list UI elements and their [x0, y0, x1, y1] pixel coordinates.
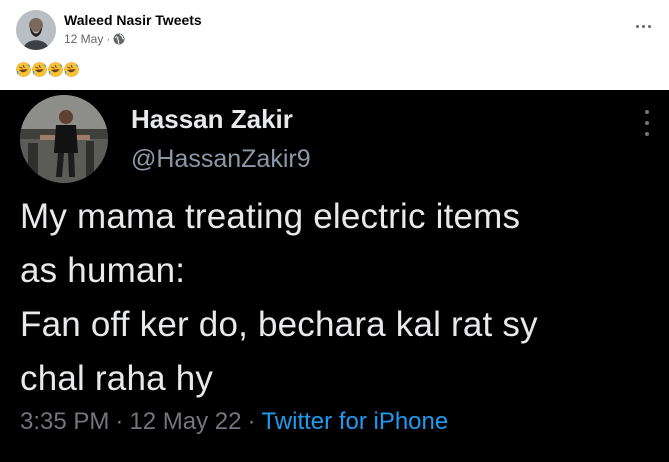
tweet-text-line: Fan off ker do, bechara kal rat sy: [20, 305, 538, 344]
tweet-display-name: Hassan Zakir: [131, 104, 293, 134]
page-name-link[interactable]: Waleed Nasir Tweets: [64, 12, 202, 28]
more-vertical-icon: [643, 110, 651, 136]
tweet-text-line: as human:: [20, 251, 186, 290]
footer-separator: ·: [115, 408, 124, 435]
post-caption: [16, 60, 79, 78]
tweet-text-line: chal raha hy: [20, 359, 214, 398]
post-meta: 12 May ·: [64, 32, 125, 46]
facebook-post: Waleed Nasir Tweets 12 May · Hassan Zaki…: [0, 0, 669, 462]
globe-icon: [113, 33, 125, 45]
post-date[interactable]: 12 May: [64, 32, 103, 46]
tweet-footer: 3:35 PM · 12 May 22 · Twitter for iPhone: [20, 408, 448, 436]
post-header: Waleed Nasir Tweets 12 May ·: [0, 0, 669, 90]
tweet-handle: @HassanZakir9: [131, 145, 311, 173]
tweet-source: Twitter for iPhone: [261, 408, 449, 435]
page-avatar[interactable]: [16, 10, 56, 50]
rolling-on-floor-laughing-emoji: [64, 61, 79, 77]
tweet-author-avatar: [20, 95, 108, 183]
footer-separator: ·: [247, 408, 256, 435]
rolling-on-floor-laughing-emoji: [32, 61, 47, 77]
tweet-time: 3:35 PM: [20, 408, 110, 435]
tweet-screenshot-image[interactable]: Hassan Zakir @HassanZakir9 My mama treat…: [0, 90, 669, 462]
rolling-on-floor-laughing-emoji: [16, 61, 31, 77]
more-horizontal-icon[interactable]: [631, 16, 655, 36]
rolling-on-floor-laughing-emoji: [48, 61, 63, 77]
meta-separator: ·: [106, 32, 111, 46]
tweet-text-line: My mama treating electric items: [20, 197, 521, 236]
tweet-text: My mama treating electric items as human…: [20, 190, 660, 406]
tweet-date: 12 May 22: [129, 408, 242, 435]
